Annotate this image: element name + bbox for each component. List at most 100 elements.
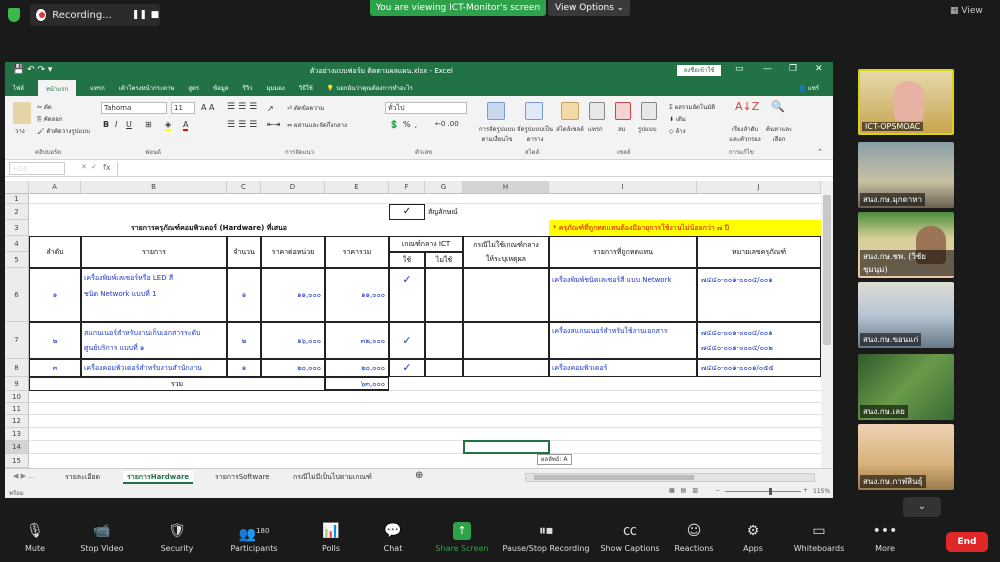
participants-button[interactable]: 👥180 Participants <box>226 522 282 553</box>
cell-no[interactable]: ๑ <box>29 268 81 322</box>
align-horiz-icons[interactable]: ☰☰☰ <box>227 120 260 130</box>
underline-icon[interactable]: U <box>126 120 132 129</box>
italic-icon[interactable]: I <box>115 120 117 129</box>
tab-review[interactable]: รีวิว <box>242 83 252 93</box>
sheet-tab-software[interactable]: รายการSoftware <box>215 471 270 484</box>
orientation-icon[interactable]: ↗ <box>267 104 274 113</box>
view-options-button[interactable]: View Options ⌄ <box>548 0 630 16</box>
row-header-4[interactable]: 4 <box>5 236 29 252</box>
select-all-corner[interactable] <box>5 181 29 194</box>
row-header-1[interactable]: 1 <box>5 194 29 204</box>
stop-recording-icon[interactable]: ■ <box>150 9 160 21</box>
bold-icon[interactable]: B <box>103 120 109 129</box>
cell-no[interactable]: ๓ <box>29 359 81 377</box>
tab-page-layout[interactable]: เค้าโครงหน้ากระดาษ <box>119 83 175 93</box>
cell-case[interactable] <box>463 268 549 322</box>
font-color-icon[interactable]: A <box>183 120 189 131</box>
cell-nouse[interactable] <box>425 322 463 359</box>
participant-tile-active[interactable]: ICT-OPSMOAC <box>858 69 954 135</box>
signin-button[interactable]: ลงชื่อเข้าใช้ <box>677 65 721 76</box>
format-painter-button[interactable]: 🖌 ตัวคัดวางรูปแบบ <box>37 126 90 136</box>
column-header-j[interactable]: J <box>697 181 821 194</box>
participant-tile[interactable]: สนง.กษ.มุกดาหา <box>858 142 954 208</box>
apps-button[interactable]: ⚙ Apps <box>740 522 766 553</box>
enter-icon[interactable]: ✓ <box>91 163 97 171</box>
tab-help[interactable]: วิธีใช้ <box>299 83 313 93</box>
minimize-icon[interactable]: — <box>763 64 772 74</box>
polls-button[interactable]: 📊 Polls <box>316 522 346 553</box>
sheet-nav-arrows[interactable]: ◀ ▶ … <box>13 472 35 480</box>
font-size-buttons[interactable]: A A <box>201 103 215 112</box>
whiteboards-button[interactable]: ▭ Whiteboards <box>792 522 846 553</box>
cell-replaced[interactable]: เครื่องพิมพ์ชนิดเลเซอร์สี แบบ Network <box>549 268 697 322</box>
cell-qty[interactable]: ๑ <box>227 268 261 322</box>
indent-icons[interactable]: ⇤⇥ <box>267 120 280 129</box>
participant-tile[interactable]: สนง.กษ.ขอนแก่ <box>858 282 954 348</box>
autosum-button[interactable]: Σ ผลรวมอัตโนมัติ <box>669 102 715 112</box>
align-top-icons[interactable]: ☰☰☰ <box>227 102 260 112</box>
format-as-table-icon[interactable] <box>525 102 543 120</box>
row-header-7[interactable]: 7 <box>5 322 29 359</box>
delete-cells-icon[interactable] <box>615 102 631 120</box>
clear-button[interactable]: ◇ ล้าง <box>669 126 686 136</box>
view-mode-icons[interactable]: ▦▤▥ <box>669 487 704 494</box>
cell-price[interactable]: ๑๖,๐๐๐ <box>261 322 325 359</box>
number-format-icons[interactable]: 💲%, <box>389 120 421 129</box>
column-header-e[interactable]: E <box>325 181 389 194</box>
row-header-2[interactable]: 2 <box>5 204 29 220</box>
participant-tile[interactable]: สนง.กษ.กาฬสินธุ์ <box>858 424 954 490</box>
row-header-12[interactable]: 12 <box>5 415 29 428</box>
vertical-scroll-thumb[interactable] <box>823 195 831 345</box>
column-header-g[interactable]: G <box>425 181 463 194</box>
cell-replaced[interactable]: เครื่องคอมพิวเตอร์ <box>549 359 697 377</box>
tab-file[interactable]: ไฟล์ <box>13 83 24 93</box>
name-box[interactable]: H14 <box>9 162 65 175</box>
copy-button[interactable]: ⎘ คัดลอก <box>37 114 63 124</box>
selected-cell-h14[interactable] <box>463 440 550 454</box>
share-screen-button[interactable]: ↑ Share Screen <box>434 522 490 553</box>
column-header-d[interactable]: D <box>261 181 325 194</box>
row-header-3[interactable]: 3 <box>5 220 29 236</box>
merge-center-button[interactable]: ⇔ ผสานและจัดกึ่งกลาง <box>287 120 347 130</box>
scroll-down-button[interactable]: ⌄ <box>903 497 941 517</box>
font-size-box[interactable]: 11 <box>171 102 195 114</box>
cell-use-check[interactable]: ✓ <box>389 268 425 322</box>
cell-item[interactable]: เครื่องพิมพ์เลเซอร์หรือ LED สี ชนิด Netw… <box>81 268 227 322</box>
cell-asset[interactable]: ๗๔๔๐-๐๐๑-๐๐๐๔/๐๐๑ ๗๔๔๐-๐๐๑-๐๐๐๔/๐๐๒ <box>697 322 821 359</box>
row-header-11[interactable]: 11 <box>5 403 29 415</box>
cancel-icon[interactable]: ✕ <box>81 163 87 171</box>
cell-use-check[interactable]: ✓ <box>389 359 425 377</box>
security-button[interactable]: 🛡 Security <box>156 522 198 553</box>
fill-color-icon[interactable]: ◈ <box>165 120 172 131</box>
pause-recording-icon[interactable]: ❚❚ <box>132 9 147 21</box>
cell-case[interactable] <box>463 359 549 377</box>
cell-qty[interactable]: ๑ <box>227 359 261 377</box>
border-icon[interactable]: ⊞ <box>145 120 152 129</box>
zoom-in-icon[interactable]: + <box>803 487 808 494</box>
tab-data[interactable]: ข้อมูล <box>213 83 228 93</box>
cell-nouse[interactable] <box>425 268 463 322</box>
add-sheet-icon[interactable]: ⊕ <box>415 469 423 482</box>
column-header-c[interactable]: C <box>227 181 261 194</box>
cell-use-check[interactable]: ✓ <box>389 322 425 359</box>
tab-view[interactable]: มุมมอง <box>266 83 284 93</box>
row-header-15[interactable]: 15 <box>5 454 29 468</box>
column-header-f[interactable]: F <box>389 181 425 194</box>
column-header-h[interactable]: H <box>463 181 549 194</box>
sum-value[interactable]: ๖๓,๐๐๐ <box>325 377 389 391</box>
cut-button[interactable]: ✂ ตัด <box>37 102 52 112</box>
cell-nouse[interactable] <box>425 359 463 377</box>
paste-icon[interactable] <box>13 102 31 124</box>
font-name-box[interactable]: Tahoma <box>101 102 167 114</box>
cell-styles-icon[interactable] <box>561 102 579 120</box>
format-cells-icon[interactable] <box>641 102 657 120</box>
reactions-button[interactable]: ☺ Reactions <box>674 522 714 553</box>
cell-price[interactable]: ๒๐,๐๐๐ <box>261 359 325 377</box>
wrap-text-button[interactable]: ⏎ ตัดข้อความ <box>287 103 324 113</box>
cell-case[interactable] <box>463 322 549 359</box>
cell-item[interactable]: เครื่องคอมพิวเตอร์สำหรับงานสำนักงาน <box>81 359 227 377</box>
column-header-i[interactable]: I <box>549 181 697 194</box>
vertical-scrollbar[interactable] <box>821 181 833 468</box>
fx-icon[interactable]: fx <box>103 163 111 172</box>
mute-button[interactable]: 🎙 Mute <box>20 522 50 553</box>
